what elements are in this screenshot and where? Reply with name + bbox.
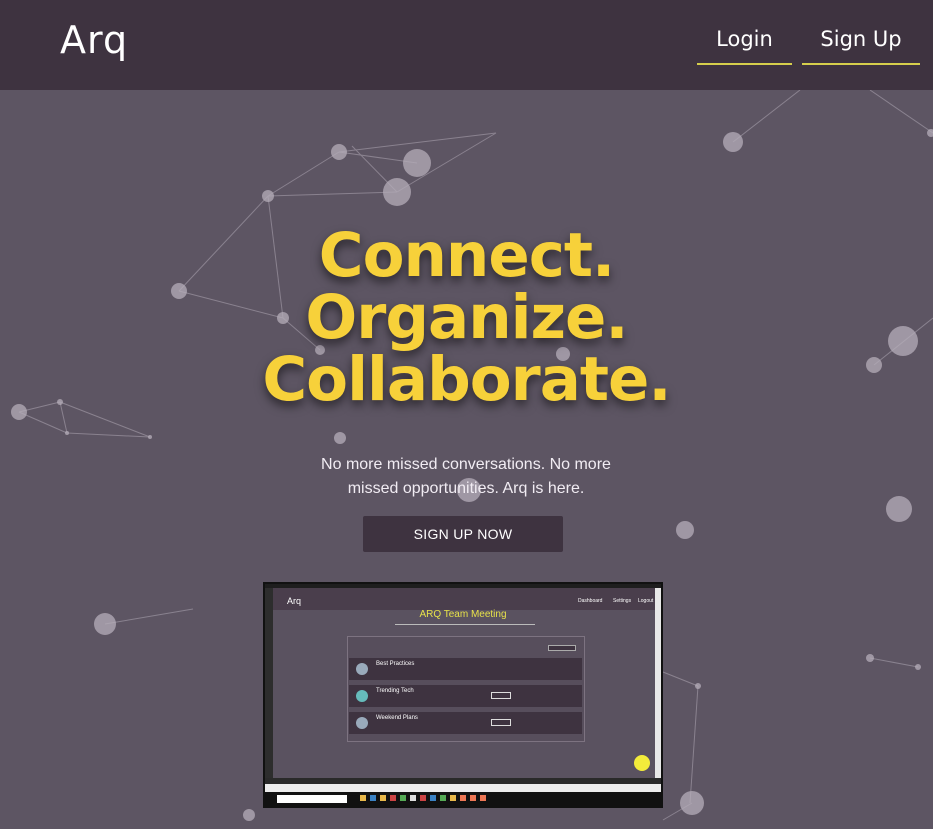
login-button[interactable]: Login xyxy=(697,14,792,65)
hero-line-collaborate: Collaborate. xyxy=(262,344,671,415)
logo[interactable]: Arq xyxy=(60,18,128,62)
preview-taskbar-icon xyxy=(480,795,486,801)
preview-taskbar-icon xyxy=(390,795,396,801)
preview-taskbar-icon xyxy=(410,795,416,801)
preview-row-button xyxy=(491,719,511,726)
preview-taskbar-icon xyxy=(470,795,476,801)
preview-taskbar-icon xyxy=(430,795,436,801)
preview-filter xyxy=(548,645,576,651)
preview-taskbar-icon xyxy=(360,795,366,801)
app-preview-screenshot: Arq Dashboard Settings Logout ARQ Team M… xyxy=(263,582,663,808)
hero-line-connect: Connect. xyxy=(318,220,615,291)
preview-avatar xyxy=(356,717,368,729)
preview-logo: Arq xyxy=(287,596,302,606)
hero-line-organize: Organize. xyxy=(305,282,628,353)
preview-row-title: Best Practices xyxy=(376,661,415,667)
preview-taskbar-icon xyxy=(380,795,386,801)
preview-taskbar-icon xyxy=(420,795,426,801)
top-navbar: Arq Login Sign Up xyxy=(0,0,933,90)
preview-avatar xyxy=(356,663,368,675)
preview-header: Arq Dashboard Settings Logout xyxy=(273,588,655,610)
preview-taskbar-icon xyxy=(460,795,466,801)
preview-taskbar-search xyxy=(277,795,347,803)
hero-heading: Connect. Organize. Collaborate. xyxy=(0,225,933,411)
preview-addressbar xyxy=(265,784,661,792)
preview-row: Trending Tech xyxy=(349,685,582,707)
sign-up-button[interactable]: Sign Up xyxy=(802,14,920,65)
preview-nav-logout: Logout xyxy=(638,598,654,604)
sign-up-now-button[interactable]: SIGN UP NOW xyxy=(363,516,563,552)
preview-row-button xyxy=(491,692,511,699)
preview-row-title: Weekend Plans xyxy=(376,715,418,721)
preview-row-title: Trending Tech xyxy=(376,688,414,694)
preview-taskbar xyxy=(265,792,661,806)
preview-nav-settings: Settings xyxy=(613,598,632,604)
preview-avatar xyxy=(356,690,368,702)
preview-row: Best Practices xyxy=(349,658,582,680)
preview-card: Best Practices Trending Tech Weekend Pla… xyxy=(347,636,585,742)
preview-taskbar-icon xyxy=(370,795,376,801)
preview-taskbar-icon xyxy=(400,795,406,801)
preview-meeting-title: ARQ Team Meeting xyxy=(419,609,507,620)
hero-subtitle: No more missed conversations. No more mi… xyxy=(321,456,611,497)
preview-nav-dashboard: Dashboard xyxy=(578,598,603,604)
preview-fab-icon xyxy=(634,755,650,771)
preview-taskbar-icon xyxy=(450,795,456,801)
preview-tabs xyxy=(395,624,535,625)
preview-taskbar-icon xyxy=(440,795,446,801)
preview-row: Weekend Plans xyxy=(349,712,582,734)
